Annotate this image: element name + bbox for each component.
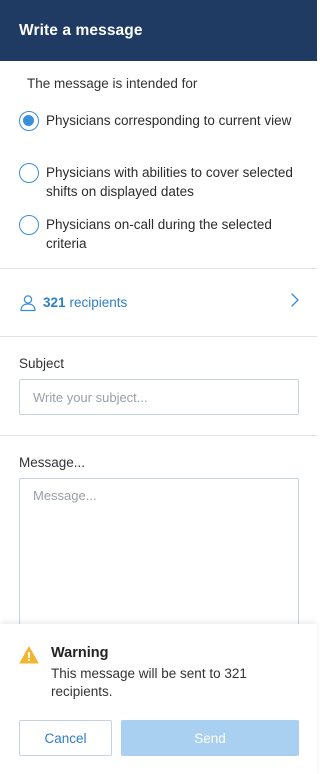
radio-option-label: Physicians on-call during the selected c… xyxy=(46,217,272,251)
send-button[interactable]: Send xyxy=(121,720,299,756)
divider xyxy=(0,336,317,337)
chevron-right-icon[interactable] xyxy=(289,291,301,309)
radio-option-current-view[interactable]: Physicians corresponding to current view xyxy=(19,111,309,131)
warning-text: This message will be sent to 321 recipie… xyxy=(51,666,247,699)
dialog-title: Write a message xyxy=(19,21,143,39)
recipients-label: recipients xyxy=(69,295,128,310)
recipients-row[interactable]: 321 recipients xyxy=(0,269,317,336)
recipients-count: 321 xyxy=(43,295,66,310)
radio-option-label: Physicians corresponding to current view xyxy=(46,113,292,128)
person-icon xyxy=(19,294,37,312)
subject-label: Subject xyxy=(19,356,65,371)
divider xyxy=(0,435,317,436)
dialog-header: Write a message xyxy=(0,0,317,61)
radio-option-cover-shifts[interactable]: Physicians with abilities to cover selec… xyxy=(19,163,309,201)
message-label: Message... xyxy=(19,455,86,470)
radio-button[interactable] xyxy=(19,215,39,235)
radio-option-on-call[interactable]: Physicians on-call during the selected c… xyxy=(19,215,309,253)
warning-icon xyxy=(19,646,39,664)
radio-button-checked[interactable] xyxy=(19,111,39,131)
intended-for-label: The message is intended for xyxy=(27,76,198,91)
cancel-button[interactable]: Cancel xyxy=(19,720,112,756)
warning-title: Warning xyxy=(51,645,109,661)
radio-option-label: Physicians with abilities to cover selec… xyxy=(46,165,293,199)
message-textarea[interactable] xyxy=(19,478,299,638)
subject-input[interactable] xyxy=(19,379,299,415)
radio-button[interactable] xyxy=(19,163,39,183)
